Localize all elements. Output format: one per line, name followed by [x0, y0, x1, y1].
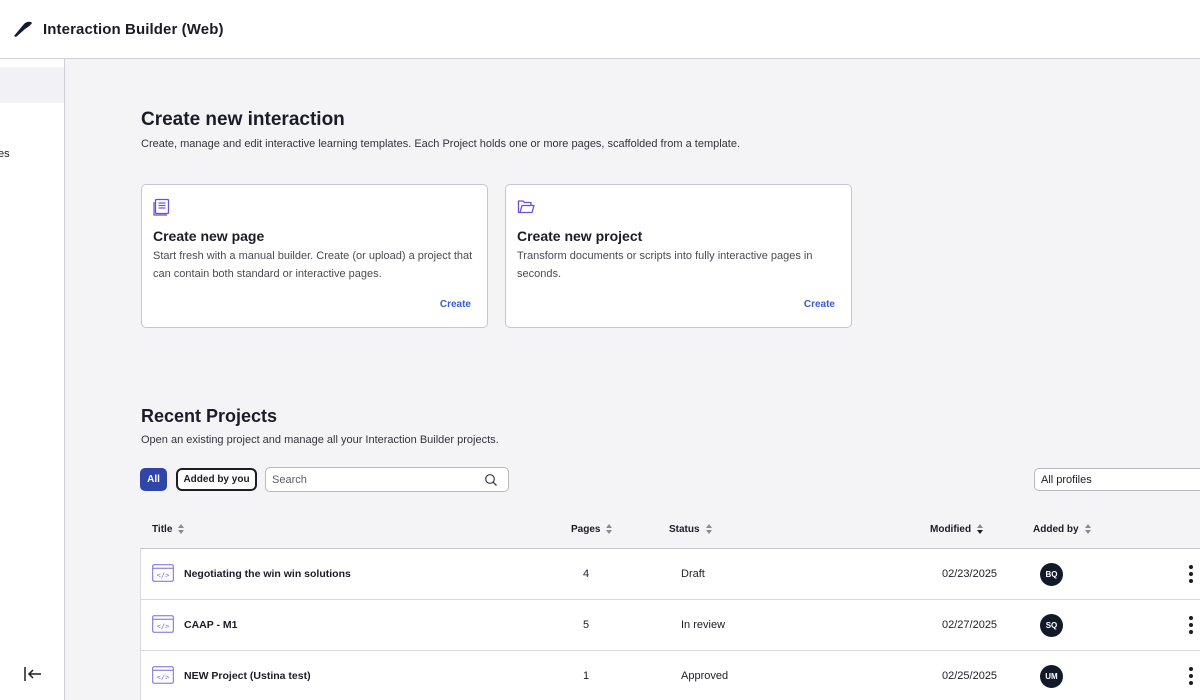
column-header-label: Modified	[930, 523, 972, 535]
projects-table: </> Negotiating the win win solutions 4 …	[140, 548, 1200, 700]
project-status: Approved	[681, 670, 729, 682]
project-title[interactable]: CAAP - M1	[184, 619, 237, 631]
folder-icon	[517, 200, 535, 214]
column-header-label: Status	[669, 523, 700, 535]
code-page-icon: </>	[152, 615, 174, 633]
create-project-link[interactable]: Create	[804, 299, 835, 310]
project-pages: 5	[583, 619, 590, 631]
column-header-modified[interactable]: Modified	[930, 523, 984, 535]
more-options-icon[interactable]	[1187, 666, 1195, 686]
create-section-description: Create, manage and edit interactive lear…	[141, 138, 741, 150]
column-header-label: Title	[152, 523, 173, 535]
sort-icon	[1084, 524, 1091, 534]
card-title: Create new project	[517, 228, 643, 244]
column-header-title[interactable]: Title	[152, 523, 185, 535]
sort-icon	[606, 524, 613, 534]
column-header-label: Pages	[571, 523, 601, 535]
project-title[interactable]: NEW Project (Ustina test)	[184, 670, 311, 682]
column-header-added-by[interactable]: Added by	[1033, 523, 1092, 535]
table-row[interactable]: </> Negotiating the win win solutions 4 …	[140, 549, 1200, 600]
column-header-status[interactable]: Status	[669, 523, 713, 535]
avatar: UM	[1040, 665, 1063, 688]
recent-projects-title: Recent Projects	[141, 406, 278, 426]
profiles-select[interactable]: All profiles	[1034, 468, 1200, 491]
create-page-link[interactable]: Create	[440, 299, 471, 310]
app-title: Interaction Builder (Web)	[43, 20, 224, 38]
svg-text:</>: </>	[157, 623, 170, 631]
project-title[interactable]: Negotiating the win win solutions	[184, 568, 351, 580]
avatar: BQ	[1040, 563, 1063, 586]
table-row[interactable]: </> CAAP - M1 5 In review 02/27/2025 SQ	[140, 600, 1200, 651]
svg-text:</>: </>	[157, 674, 170, 682]
code-page-icon: </>	[152, 666, 174, 684]
column-header-pages[interactable]: Pages	[571, 523, 613, 535]
sort-descending-icon	[977, 524, 984, 534]
search-icon[interactable]	[484, 473, 498, 487]
code-page-icon: </>	[152, 564, 174, 582]
sidebar: es	[0, 59, 65, 700]
create-new-project-card[interactable]: Create new project Transform documents o…	[505, 184, 852, 328]
project-pages: 4	[583, 568, 590, 580]
recent-projects-description: Open an existing project and manage all …	[141, 434, 499, 446]
project-status: In review	[681, 619, 726, 631]
project-modified: 02/25/2025	[942, 670, 998, 682]
project-modified: 02/27/2025	[942, 619, 998, 631]
card-title: Create new page	[153, 228, 265, 244]
sidebar-item-label[interactable]: es	[0, 148, 10, 160]
filter-added-by-you-button[interactable]: Added by you	[176, 468, 257, 491]
project-modified: 02/23/2025	[942, 568, 998, 580]
sort-icon	[705, 524, 712, 534]
document-lines-icon	[153, 198, 170, 216]
card-description: Transform documents or scripts into full…	[517, 250, 813, 280]
svg-text:</>: </>	[157, 572, 170, 580]
more-options-icon[interactable]	[1187, 564, 1195, 584]
project-pages: 1	[583, 670, 590, 682]
project-status: Draft	[681, 568, 705, 580]
create-new-page-card[interactable]: Create new page Start fresh with a manua…	[141, 184, 488, 328]
sort-icon	[178, 524, 185, 534]
main-content: Create new interaction Create, manage an…	[65, 59, 1200, 700]
column-header-label: Added by	[1033, 523, 1079, 535]
table-row[interactable]: </> NEW Project (Ustina test) 1 Approved…	[140, 651, 1200, 700]
more-options-icon[interactable]	[1187, 615, 1195, 635]
search-input[interactable]	[272, 472, 472, 488]
sidebar-item-active[interactable]	[0, 67, 64, 103]
card-description: Start fresh with a manual builder. Creat…	[153, 250, 473, 280]
collapse-sidebar-icon[interactable]	[22, 664, 44, 684]
search-box[interactable]	[265, 467, 509, 492]
avatar: SQ	[1040, 614, 1063, 637]
filter-all-button[interactable]: All	[140, 468, 167, 491]
brand-logo-icon	[14, 21, 32, 37]
create-section-title: Create new interaction	[141, 109, 345, 130]
top-bar: Interaction Builder (Web)	[0, 0, 1200, 59]
